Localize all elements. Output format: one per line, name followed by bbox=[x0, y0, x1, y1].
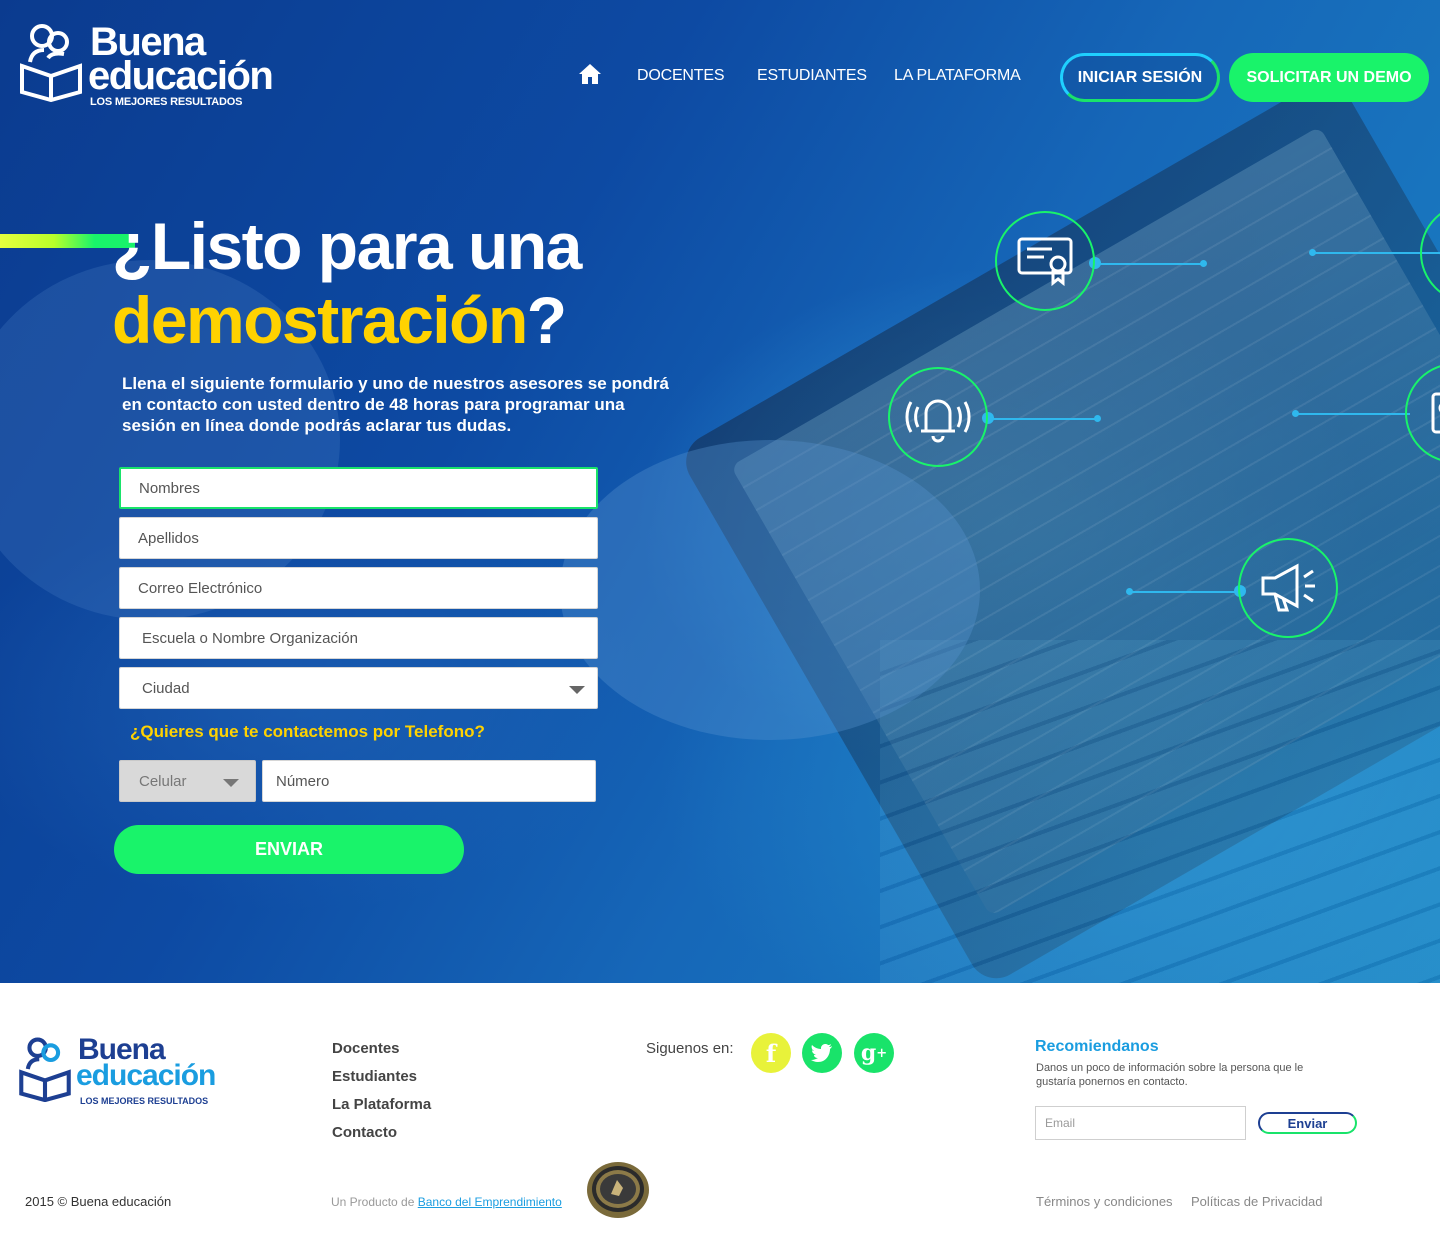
footer-send-button[interactable]: Enviar bbox=[1258, 1112, 1357, 1134]
city-select-value: Ciudad bbox=[142, 679, 190, 697]
footer-link-plataforma[interactable]: La Plataforma bbox=[332, 1096, 431, 1113]
phone-type-value: Celular bbox=[139, 772, 187, 790]
city-select[interactable]: Ciudad bbox=[119, 667, 598, 709]
chevron-down-icon bbox=[569, 686, 585, 694]
follow-label: Siguenos en: bbox=[646, 1040, 734, 1057]
phone-number-input[interactable]: Número bbox=[262, 760, 596, 802]
product-credit: Un Producto de Banco del Emprendimiento bbox=[331, 1195, 562, 1209]
nav-docentes[interactable]: DOCENTES bbox=[637, 67, 725, 85]
request-demo-button[interactable]: SOLICITAR UN DEMO bbox=[1229, 53, 1429, 102]
product-prefix: Un Producto de bbox=[331, 1195, 415, 1209]
organization-input[interactable]: Escuela o Nombre Organización bbox=[119, 617, 598, 659]
twitter-icon[interactable] bbox=[802, 1033, 842, 1073]
phone-type-select[interactable]: Celular bbox=[119, 760, 256, 802]
hero-title-end: ? bbox=[526, 283, 567, 357]
table-photo bbox=[880, 640, 1440, 983]
first-name-input[interactable]: Nombres bbox=[119, 467, 598, 509]
footer-logo[interactable]: Buena educación LOS MEJORES RESULTADOS bbox=[18, 1034, 278, 1114]
hero-title-highlight: demostración bbox=[112, 283, 528, 357]
footer-brand-line2: educación bbox=[76, 1059, 216, 1092]
footer-link-estudiantes[interactable]: Estudiantes bbox=[332, 1068, 417, 1085]
logo-icon bbox=[20, 24, 82, 102]
hero-description: Llena el siguiente formulario y uno de n… bbox=[122, 374, 669, 435]
brand-name-line2: educación bbox=[88, 54, 274, 98]
footer-brand-tagline: LOS MEJORES RESULTADOS bbox=[80, 1096, 209, 1106]
recommend-title: Recomiendanos bbox=[1035, 1038, 1159, 1055]
megaphone-icon bbox=[1238, 538, 1338, 638]
brand-tagline: LOS MEJORES RESULTADOS bbox=[90, 96, 243, 108]
copyright: 2015 © Buena educación bbox=[25, 1194, 172, 1209]
recommend-description: Danos un poco de información sobre la pe… bbox=[1036, 1062, 1304, 1088]
terms-link[interactable]: Términos y condiciones bbox=[1036, 1194, 1173, 1209]
nav-estudiantes[interactable]: ESTUDIANTES bbox=[757, 67, 867, 85]
footer-link-docentes[interactable]: Docentes bbox=[332, 1040, 400, 1057]
award-medal-icon bbox=[587, 1162, 649, 1218]
chevron-down-icon bbox=[223, 779, 239, 787]
footer-link-contacto[interactable]: Contacto bbox=[332, 1124, 397, 1141]
phone-contact-question: ¿Quieres que te contactemos por Telefono… bbox=[130, 722, 485, 741]
google-plus-icon[interactable]: g + bbox=[854, 1033, 894, 1073]
bell-icon bbox=[888, 367, 988, 467]
hand-photo bbox=[560, 440, 980, 740]
home-icon[interactable] bbox=[578, 63, 602, 85]
email-input[interactable]: Correo Electrónico bbox=[119, 567, 598, 609]
facebook-icon[interactable]: f bbox=[751, 1033, 791, 1073]
privacy-link[interactable]: Políticas de Privacidad bbox=[1191, 1194, 1323, 1209]
hero-title-line1: ¿Listo para una bbox=[112, 209, 582, 283]
logo-icon bbox=[19, 1037, 71, 1102]
nav-la-plataforma[interactable]: LA PLATAFORMA bbox=[894, 67, 1021, 85]
certificate-icon bbox=[995, 211, 1095, 311]
footer-email-input[interactable]: Email bbox=[1035, 1106, 1246, 1140]
last-name-input[interactable]: Apellidos bbox=[119, 517, 598, 559]
product-link[interactable]: Banco del Emprendimiento bbox=[418, 1195, 562, 1209]
brand-logo[interactable]: Buena educación LOS MEJORES RESULTADOS bbox=[18, 20, 308, 110]
login-button[interactable]: INICIAR SESIÓN bbox=[1060, 53, 1220, 102]
hero-title-line2: demostración? bbox=[112, 283, 567, 357]
submit-button[interactable]: ENVIAR bbox=[114, 825, 464, 874]
